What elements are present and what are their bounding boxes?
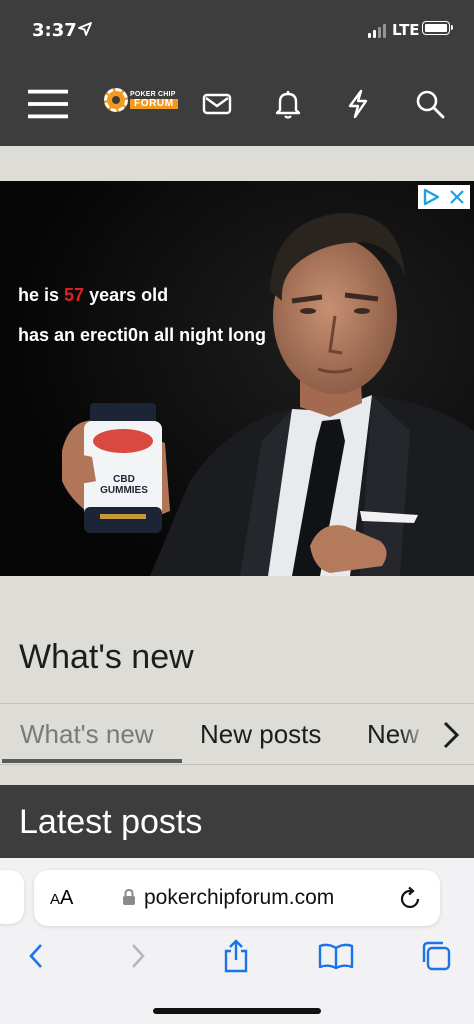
page-title: What's new bbox=[19, 638, 194, 676]
ad-subheadline: has an erecti0n all night long bbox=[18, 325, 267, 345]
back-icon[interactable] bbox=[14, 936, 58, 976]
home-indicator bbox=[153, 1008, 321, 1014]
cellular-signal-icon bbox=[368, 24, 386, 38]
whats-new-tabs: What's new New posts New bbox=[0, 703, 474, 765]
location-arrow-icon bbox=[78, 22, 92, 41]
close-ad-icon[interactable] bbox=[444, 185, 470, 209]
status-bar: 3:37 LTE bbox=[0, 0, 474, 64]
forum-navbar bbox=[0, 64, 474, 146]
bolt-icon[interactable] bbox=[338, 84, 378, 124]
active-tab-indicator bbox=[2, 759, 182, 763]
forum-logo[interactable]: POKER CHIP FORUM bbox=[104, 88, 178, 112]
advertisement-banner[interactable]: he is 57 years old has an erecti0n all n… bbox=[0, 181, 474, 576]
share-icon[interactable] bbox=[214, 936, 258, 976]
network-type: LTE bbox=[392, 21, 420, 39]
adchoices-icon[interactable] bbox=[418, 185, 444, 209]
ad-headline: he is 57 years old bbox=[18, 285, 169, 305]
tabs-icon[interactable] bbox=[414, 936, 458, 976]
mail-icon[interactable] bbox=[197, 84, 237, 124]
search-icon[interactable] bbox=[410, 84, 450, 124]
poker-chip-logo-icon bbox=[104, 88, 128, 112]
latest-posts-header: Latest posts bbox=[0, 785, 474, 860]
reload-icon[interactable] bbox=[398, 884, 424, 912]
chevron-right-icon[interactable] bbox=[436, 718, 466, 752]
status-time: 3:37 bbox=[32, 20, 77, 41]
tab-new-posts[interactable]: New posts bbox=[200, 719, 321, 750]
url-text[interactable]: pokerchipforum.com bbox=[144, 886, 334, 910]
previous-tab-card[interactable] bbox=[0, 870, 24, 924]
latest-posts-title: Latest posts bbox=[19, 803, 203, 841]
bookmarks-icon[interactable] bbox=[314, 936, 358, 976]
forward-icon[interactable] bbox=[116, 936, 160, 976]
logo-text-top: POKER CHIP bbox=[130, 91, 176, 98]
battery-icon bbox=[422, 21, 453, 35]
logo-text-bottom: FORUM bbox=[130, 99, 178, 109]
ad-image bbox=[0, 181, 474, 576]
menu-icon[interactable] bbox=[28, 84, 68, 124]
ad-product-label: CBD GUMMIES bbox=[100, 474, 148, 496]
ad-age-number: 57 bbox=[64, 285, 85, 305]
lock-icon bbox=[122, 888, 136, 911]
bell-icon[interactable] bbox=[268, 84, 308, 124]
tab-whats-new[interactable]: What's new bbox=[20, 719, 154, 750]
reader-options-button[interactable]: AA bbox=[50, 887, 73, 910]
address-bar[interactable]: AA pokerchipforum.com bbox=[34, 870, 440, 926]
ad-controls bbox=[418, 185, 470, 209]
